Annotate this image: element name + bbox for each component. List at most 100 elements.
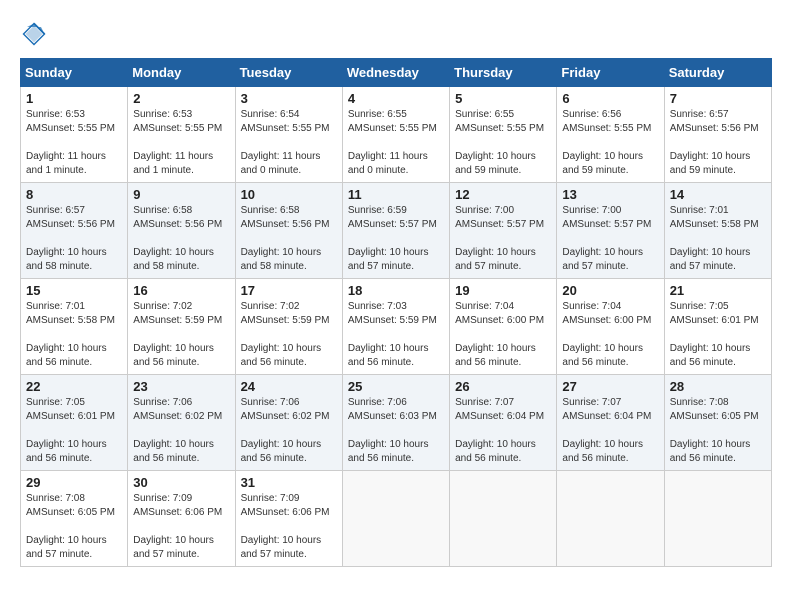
day-info: Sunrise: 6:59 AMSunset: 5:57 PMDaylight:… (348, 204, 444, 274)
day-number: 16 (133, 283, 229, 298)
calendar-cell: 26Sunrise: 7:07 AMSunset: 6:04 PMDayligh… (450, 375, 557, 471)
calendar-cell (342, 471, 449, 567)
calendar-week-row: 15 Sunrise: 7:01 AMSunset: 5:58 PMDayligh… (21, 279, 772, 375)
day-info: Sunrise: 6:57 AMSunset: 5:56 PMDaylight:… (670, 108, 766, 178)
calendar-week-row: 29 Sunrise: 7:08 AMSunset: 6:05 PMDayligh… (21, 471, 772, 567)
calendar-cell: 10 Sunrise: 6:58 AMSunset: 5:56 PMDayligh… (235, 183, 342, 279)
day-info: Sunrise: 7:04 AMSunset: 6:00 PMDaylight:… (562, 300, 658, 370)
day-info: Sunrise: 7:06 AMSunset: 6:02 PMDaylight:… (241, 396, 337, 466)
calendar-cell: 20Sunrise: 7:04 AMSunset: 6:00 PMDayligh… (557, 279, 664, 375)
day-header-friday: Friday (557, 59, 664, 87)
calendar-week-row: 1 Sunrise: 6:53 AMSunset: 5:55 PMDaylight… (21, 87, 772, 183)
calendar-header-row: SundayMondayTuesdayWednesdayThursdayFrid… (21, 59, 772, 87)
calendar-cell: 17Sunrise: 7:02 AMSunset: 5:59 PMDayligh… (235, 279, 342, 375)
day-info: Sunrise: 7:09 AMSunset: 6:06 PMDaylight:… (133, 492, 229, 562)
day-info: Sunrise: 6:57 AMSunset: 5:56 PMDaylight:… (26, 204, 122, 274)
day-number: 9 (133, 187, 229, 202)
day-info: Sunrise: 7:02 AMSunset: 5:59 PMDaylight:… (133, 300, 229, 370)
calendar-cell (664, 471, 771, 567)
day-header-saturday: Saturday (664, 59, 771, 87)
day-number: 5 (455, 91, 551, 106)
day-header-wednesday: Wednesday (342, 59, 449, 87)
day-number: 8 (26, 187, 122, 202)
calendar-cell: 6 Sunrise: 6:56 AMSunset: 5:55 PMDaylight… (557, 87, 664, 183)
day-info: Sunrise: 7:08 AMSunset: 6:05 PMDaylight:… (26, 492, 122, 562)
day-info: Sunrise: 7:00 AMSunset: 5:57 PMDaylight:… (455, 204, 551, 274)
calendar-cell (450, 471, 557, 567)
day-number: 22 (26, 379, 122, 394)
calendar-week-row: 8 Sunrise: 6:57 AMSunset: 5:56 PMDaylight… (21, 183, 772, 279)
day-header-tuesday: Tuesday (235, 59, 342, 87)
day-info: Sunrise: 6:58 AMSunset: 5:56 PMDaylight:… (133, 204, 229, 274)
day-header-sunday: Sunday (21, 59, 128, 87)
calendar-cell: 9 Sunrise: 6:58 AMSunset: 5:56 PMDaylight… (128, 183, 235, 279)
calendar-cell: 28 Sunrise: 7:08 AMSunset: 6:05 PMDayligh… (664, 375, 771, 471)
day-number: 28 (670, 379, 766, 394)
day-number: 10 (241, 187, 337, 202)
calendar-cell: 4Sunrise: 6:55 AMSunset: 5:55 PMDaylight… (342, 87, 449, 183)
calendar-cell: 27 Sunrise: 7:07 AMSunset: 6:04 PMDayligh… (557, 375, 664, 471)
day-info: Sunrise: 7:09 AMSunset: 6:06 PMDaylight:… (241, 492, 337, 562)
day-number: 3 (241, 91, 337, 106)
day-number: 19 (455, 283, 551, 298)
day-info: Sunrise: 7:07 AMSunset: 6:04 PMDaylight:… (562, 396, 658, 466)
day-info: Sunrise: 7:06 AMSunset: 6:02 PMDaylight:… (133, 396, 229, 466)
day-number: 2 (133, 91, 229, 106)
day-number: 25 (348, 379, 444, 394)
day-number: 21 (670, 283, 766, 298)
day-number: 30 (133, 475, 229, 490)
calendar-table: SundayMondayTuesdayWednesdayThursdayFrid… (20, 58, 772, 567)
day-info: Sunrise: 6:55 AMSunset: 5:55 PMDaylight:… (455, 108, 551, 178)
calendar-cell: 22 Sunrise: 7:05 AMSunset: 6:01 PMDayligh… (21, 375, 128, 471)
day-info: Sunrise: 6:53 AMSunset: 5:55 PMDaylight:… (26, 108, 122, 178)
day-number: 1 (26, 91, 122, 106)
day-header-thursday: Thursday (450, 59, 557, 87)
day-info: Sunrise: 6:54 AMSunset: 5:55 PMDaylight:… (241, 108, 337, 178)
calendar-cell: 14 Sunrise: 7:01 AMSunset: 5:58 PMDayligh… (664, 183, 771, 279)
calendar-cell: 3 Sunrise: 6:54 AMSunset: 5:55 PMDaylight… (235, 87, 342, 183)
day-number: 17 (241, 283, 337, 298)
logo (20, 20, 52, 48)
calendar-cell: 15 Sunrise: 7:01 AMSunset: 5:58 PMDayligh… (21, 279, 128, 375)
calendar-cell (557, 471, 664, 567)
calendar-cell: 13 Sunrise: 7:00 AMSunset: 5:57 PMDayligh… (557, 183, 664, 279)
logo-icon (20, 20, 48, 48)
day-number: 31 (241, 475, 337, 490)
day-info: Sunrise: 7:01 AMSunset: 5:58 PMDaylight:… (26, 300, 122, 370)
day-info: Sunrise: 6:56 AMSunset: 5:55 PMDaylight:… (562, 108, 658, 178)
day-number: 27 (562, 379, 658, 394)
day-header-monday: Monday (128, 59, 235, 87)
day-number: 11 (348, 187, 444, 202)
day-number: 29 (26, 475, 122, 490)
page-header (20, 20, 772, 48)
calendar-cell: 23 Sunrise: 7:06 AMSunset: 6:02 PMDayligh… (128, 375, 235, 471)
calendar-cell: 16 Sunrise: 7:02 AMSunset: 5:59 PMDayligh… (128, 279, 235, 375)
calendar-cell: 24Sunrise: 7:06 AMSunset: 6:02 PMDayligh… (235, 375, 342, 471)
day-number: 7 (670, 91, 766, 106)
day-info: Sunrise: 7:05 AMSunset: 6:01 PMDaylight:… (670, 300, 766, 370)
day-info: Sunrise: 7:00 AMSunset: 5:57 PMDaylight:… (562, 204, 658, 274)
calendar-cell: 2 Sunrise: 6:53 AMSunset: 5:55 PMDaylight… (128, 87, 235, 183)
calendar-cell: 29 Sunrise: 7:08 AMSunset: 6:05 PMDayligh… (21, 471, 128, 567)
day-info: Sunrise: 7:06 AMSunset: 6:03 PMDaylight:… (348, 396, 444, 466)
day-info: Sunrise: 7:07 AMSunset: 6:04 PMDaylight:… (455, 396, 551, 466)
calendar-cell: 11 Sunrise: 6:59 AMSunset: 5:57 PMDayligh… (342, 183, 449, 279)
day-info: Sunrise: 7:05 AMSunset: 6:01 PMDaylight:… (26, 396, 122, 466)
day-info: Sunrise: 6:58 AMSunset: 5:56 PMDaylight:… (241, 204, 337, 274)
calendar-cell: 19 Sunrise: 7:04 AMSunset: 6:00 PMDayligh… (450, 279, 557, 375)
day-info: Sunrise: 7:04 AMSunset: 6:00 PMDaylight:… (455, 300, 551, 370)
calendar-cell: 5 Sunrise: 6:55 AMSunset: 5:55 PMDaylight… (450, 87, 557, 183)
day-number: 15 (26, 283, 122, 298)
day-number: 23 (133, 379, 229, 394)
calendar-cell: 8 Sunrise: 6:57 AMSunset: 5:56 PMDaylight… (21, 183, 128, 279)
calendar-cell: 1 Sunrise: 6:53 AMSunset: 5:55 PMDaylight… (21, 87, 128, 183)
day-number: 13 (562, 187, 658, 202)
day-info: Sunrise: 7:08 AMSunset: 6:05 PMDaylight:… (670, 396, 766, 466)
day-info: Sunrise: 7:01 AMSunset: 5:58 PMDaylight:… (670, 204, 766, 274)
calendar-cell: 30 Sunrise: 7:09 AMSunset: 6:06 PMDayligh… (128, 471, 235, 567)
day-number: 14 (670, 187, 766, 202)
day-number: 6 (562, 91, 658, 106)
day-number: 12 (455, 187, 551, 202)
calendar-cell: 7 Sunrise: 6:57 AMSunset: 5:56 PMDaylight… (664, 87, 771, 183)
day-info: Sunrise: 6:53 AMSunset: 5:55 PMDaylight:… (133, 108, 229, 178)
